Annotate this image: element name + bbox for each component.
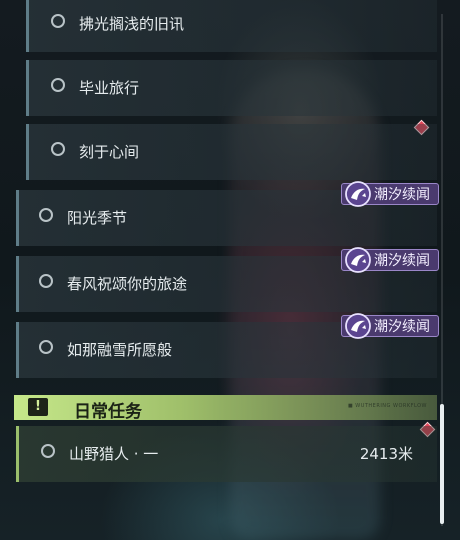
quest-radio-icon[interactable] xyxy=(41,444,55,458)
quest-radio-icon[interactable] xyxy=(51,142,65,156)
quest-radio-icon[interactable] xyxy=(39,208,53,222)
tide-swirl-icon xyxy=(345,313,371,339)
exclamation-icon: ! xyxy=(28,398,48,416)
quest-item[interactable]: 拂光搁浅的旧讯 xyxy=(26,0,437,52)
quest-label: 如那融雪所愿般 xyxy=(67,341,173,359)
quest-item[interactable]: 刻于心间 xyxy=(26,124,437,180)
tide-tag-label: 潮汐续闻 xyxy=(374,253,430,269)
tide-swirl-icon xyxy=(345,247,371,273)
quest-item[interactable]: 毕业旅行 xyxy=(26,60,437,116)
quest-distance: 2413米 xyxy=(359,445,413,463)
quest-radio-icon[interactable] xyxy=(51,78,65,92)
quest-label: 春风祝颂你的旅途 xyxy=(67,275,188,293)
tide-tag-badge: 潮汐续闻 xyxy=(341,181,439,207)
scrollbar-thumb[interactable] xyxy=(440,404,444,524)
quest-radio-icon[interactable] xyxy=(51,14,65,28)
quest-radio-icon[interactable] xyxy=(39,340,53,354)
quest-label: 山野猎人 · 一 xyxy=(69,445,159,463)
tide-tag-label: 潮汐续闻 xyxy=(374,319,430,335)
daily-quest-item[interactable]: 山野猎人 · 一 2413米 xyxy=(16,426,437,482)
header-fine-print: ■ WUTHERING WORKFLOW xyxy=(347,403,427,409)
quest-label: 拂光搁浅的旧讯 xyxy=(79,15,185,33)
quest-label: 刻于心间 xyxy=(79,143,140,161)
tide-tag-badge: 潮汐续闻 xyxy=(341,313,439,339)
daily-quests-header[interactable]: ! 日常任务 ■ WUTHERING WORKFLOW xyxy=(14,395,437,422)
tide-tag-label: 潮汐续闻 xyxy=(374,187,430,203)
quest-label: 毕业旅行 xyxy=(79,79,140,97)
quest-label: 阳光季节 xyxy=(67,209,128,227)
quest-radio-icon[interactable] xyxy=(39,274,53,288)
tide-tag-badge: 潮汐续闻 xyxy=(341,247,439,273)
tide-swirl-icon xyxy=(345,181,371,207)
section-title: 日常任务 xyxy=(74,402,142,422)
